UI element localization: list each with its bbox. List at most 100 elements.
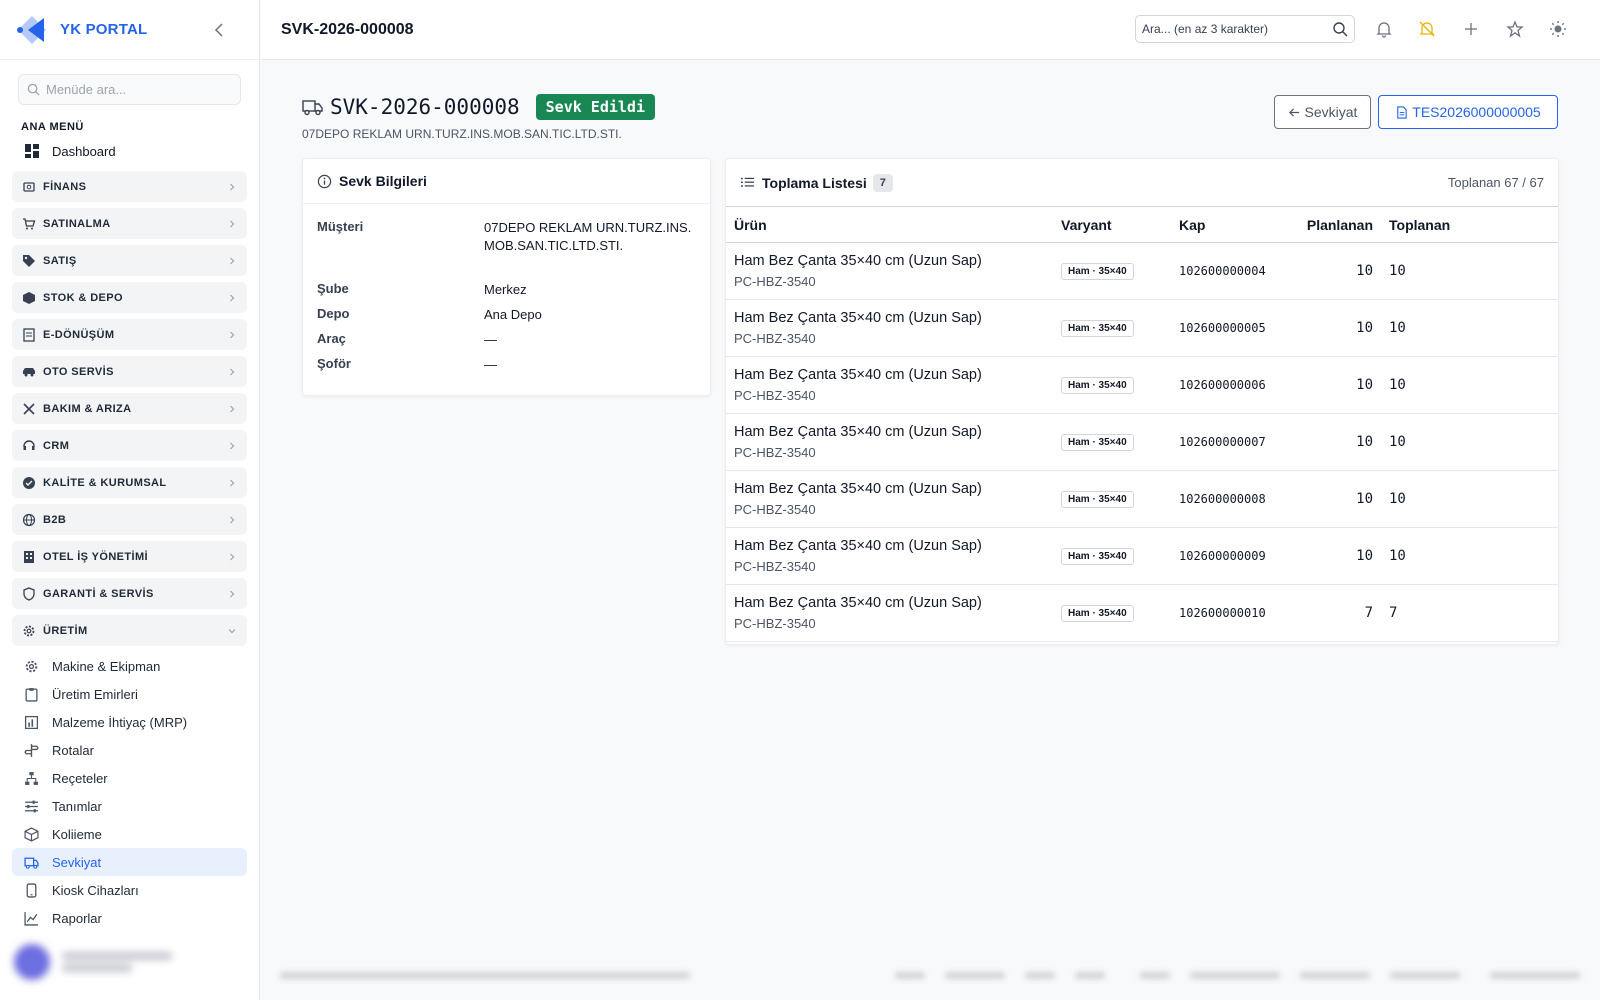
container-cell: 102600000007 xyxy=(1171,413,1296,471)
sidebar-subitem-label: Tanımlar xyxy=(52,798,102,814)
table-row[interactable]: Ham Bez Çanta 35×40 cm (Uzun Sap) PC-HBZ-… xyxy=(726,584,1558,642)
sidebar-group[interactable]: SATINALMA xyxy=(12,208,247,239)
sidebar-subitem-label: Üretim Emirleri xyxy=(52,686,138,702)
table-row[interactable]: Ham Bez Çanta 35×40 cm (Uzun Sap) PC-HBZ-… xyxy=(726,527,1558,585)
sidebar-subitem[interactable]: Malzeme İhtiyaç (MRP) xyxy=(0,708,259,736)
picked-cell: 10 xyxy=(1381,356,1558,414)
chevron-left-icon[interactable] xyxy=(211,21,229,39)
sidebar-group[interactable]: E-DÖNÜŞÜM xyxy=(12,319,247,350)
sun-icon[interactable] xyxy=(1549,20,1567,38)
customer-subtitle: 07DEPO REKLAM URN.TURZ.INS.MOB.SAN.TIC.L… xyxy=(302,127,622,141)
back-button[interactable]: Sevkiyat xyxy=(1274,95,1371,129)
product-sku: PC-HBZ-3540 xyxy=(734,331,816,346)
sidebar-subitem[interactable]: Reçeteler xyxy=(0,764,259,792)
sidebar-subitem[interactable]: Rotalar xyxy=(0,736,259,764)
sidebar-group[interactable]: SATIŞ xyxy=(12,245,247,276)
document-button[interactable]: TES2026000000005 xyxy=(1378,95,1558,129)
info-key: Şube xyxy=(317,281,349,296)
table-row[interactable]: Ham Bez Çanta 35×40 cm (Uzun Sap) PC-HBZ-… xyxy=(726,299,1558,357)
sidebar-subitem-label: Raporlar xyxy=(52,910,102,926)
building-icon xyxy=(24,550,34,563)
table-row[interactable]: Ham Bez Çanta 35×40 cm (Uzun Sap) PC-HBZ-… xyxy=(726,470,1558,528)
info-key: Şoför xyxy=(317,356,351,371)
menu-search[interactable] xyxy=(18,74,241,105)
headset-icon xyxy=(23,439,35,450)
box-icon xyxy=(23,291,35,304)
arrow-left-icon xyxy=(1288,107,1299,117)
info-value: Merkez xyxy=(484,282,527,297)
column-header[interactable]: Varyant xyxy=(1053,206,1171,243)
planned-cell: 10 xyxy=(1296,299,1381,357)
user-profile[interactable] xyxy=(14,944,172,980)
global-search-input[interactable] xyxy=(1142,22,1322,36)
sidebar-subitem[interactable]: Raporlar xyxy=(0,904,259,932)
picked-cell: 10 xyxy=(1381,527,1558,585)
package-icon xyxy=(24,826,39,842)
picked-cell: 10 xyxy=(1381,242,1558,300)
variant-badge: Ham · 35×40 xyxy=(1061,434,1134,451)
variant-cell: Ham · 35×40 xyxy=(1053,527,1171,585)
cart-icon xyxy=(23,217,36,229)
shipment-info-card: Sevk Bilgileri Müşteri 07DEPO REKLAM URN.… xyxy=(302,158,711,396)
plus-icon[interactable] xyxy=(1462,20,1480,38)
sidebar-subitem-label: Kiosk Cihazları xyxy=(52,882,139,898)
sidebar-group[interactable]: ÜRETİM xyxy=(12,615,247,646)
table-row[interactable]: Ham Bez Çanta 35×40 cm (Uzun Sap) PC-HBZ-… xyxy=(726,356,1558,414)
sidebar-subitem[interactable]: Sevkiyat xyxy=(12,848,247,876)
sidebar-group[interactable]: B2B xyxy=(12,504,247,535)
menu-search-input[interactable] xyxy=(46,82,226,97)
container-cell: 102600000004 xyxy=(1171,242,1296,300)
brand: YK PORTAL xyxy=(0,0,259,60)
sidebar-subitem[interactable]: Makine & Ekipman xyxy=(0,652,259,680)
column-header[interactable]: Toplanan xyxy=(1381,206,1558,243)
trend-icon xyxy=(24,911,38,926)
table-row[interactable]: Ham Bez Çanta 35×40 cm (Uzun Sap) PC-HBZ-… xyxy=(726,242,1558,300)
info-value: — xyxy=(484,332,497,347)
sidebar-group[interactable]: CRM xyxy=(12,430,247,461)
sidebar-group[interactable]: OTO SERVİS xyxy=(12,356,247,387)
chevron-right-icon xyxy=(230,442,235,449)
sidebar-subitem[interactable]: Tanımlar xyxy=(0,792,259,820)
globe-icon xyxy=(22,513,36,526)
planned-cell: 10 xyxy=(1296,527,1381,585)
sidebar-group[interactable]: FİNANS xyxy=(12,171,247,202)
chevron-right-icon xyxy=(230,553,235,560)
chevron-right-icon xyxy=(230,220,235,227)
search-icon[interactable] xyxy=(1332,21,1348,37)
bell-icon[interactable] xyxy=(1375,20,1393,38)
sidebar-group[interactable]: KALİTE & KURUMSAL xyxy=(12,467,247,498)
product-name: Ham Bez Çanta 35×40 cm (Uzun Sap) xyxy=(734,253,982,269)
planned-cell: 10 xyxy=(1296,242,1381,300)
column-header[interactable]: Kap xyxy=(1171,206,1296,243)
chevron-right-icon xyxy=(230,183,235,190)
sidebar-subitem[interactable]: Koliieme xyxy=(0,820,259,848)
product-name: Ham Bez Çanta 35×40 cm (Uzun Sap) xyxy=(734,424,982,440)
list-icon xyxy=(740,177,755,187)
sidebar-group[interactable]: BAKIM & ARIZA xyxy=(12,393,247,424)
count-badge: 7 xyxy=(872,173,893,192)
info-value: Ana Depo xyxy=(484,307,542,322)
column-header[interactable]: Planlanan xyxy=(1296,206,1381,243)
variant-badge: Ham · 35×40 xyxy=(1061,320,1134,337)
sidebar-subitem[interactable]: Üretim Emirleri xyxy=(0,680,259,708)
product-sku: PC-HBZ-3540 xyxy=(734,274,816,289)
document-icon xyxy=(23,327,35,342)
chevron-right-icon xyxy=(230,590,235,597)
star-icon[interactable] xyxy=(1506,20,1524,38)
table-row[interactable]: Ham Bez Çanta 35×40 cm (Uzun Sap) PC-HBZ-… xyxy=(726,413,1558,471)
bell-off-icon[interactable] xyxy=(1418,20,1436,38)
sidebar-group[interactable]: STOK & DEPO xyxy=(12,282,247,313)
planned-cell: 10 xyxy=(1296,413,1381,471)
badge-check-icon xyxy=(23,476,35,489)
sidebar-group[interactable]: GARANTİ & SERVİS xyxy=(12,578,247,609)
global-search[interactable] xyxy=(1135,15,1355,43)
sidebar-group[interactable]: OTEL İŞ YÖNETİMİ xyxy=(12,541,247,572)
sidebar-group-label: STOK & DEPO xyxy=(43,291,123,304)
sidebar-group-label: SATINALMA xyxy=(43,217,111,230)
chevron-right-icon xyxy=(230,516,235,523)
chevron-right-icon xyxy=(230,331,235,338)
sidebar-item-dashboard[interactable]: Dashboard xyxy=(24,137,259,165)
gear-icon xyxy=(23,625,35,636)
column-header[interactable]: Ürün xyxy=(726,206,1053,243)
sidebar-subitem[interactable]: Kiosk Cihazları xyxy=(0,876,259,904)
